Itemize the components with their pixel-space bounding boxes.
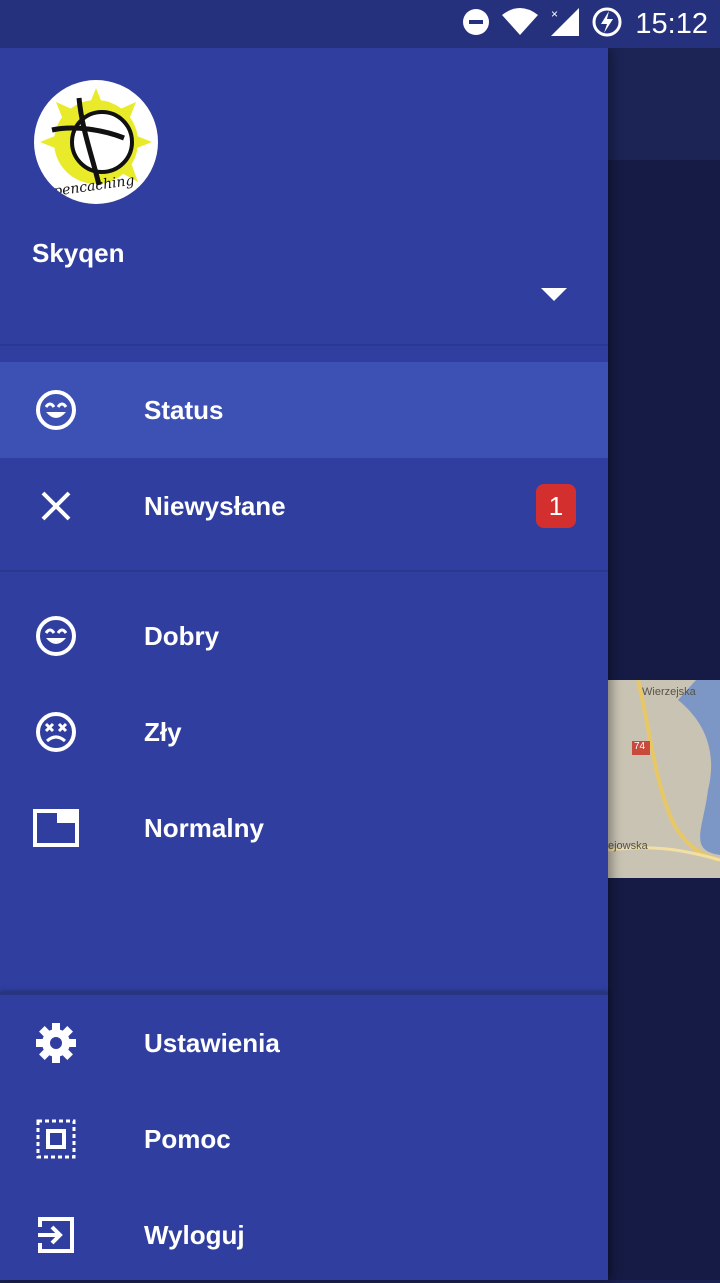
- unsent-count-badge: 1: [536, 484, 576, 528]
- menu-item-label: Dobry: [144, 620, 220, 651]
- navigation-drawer: Opencaching Skyqen Status Niewysłane 1 D…: [0, 48, 608, 1280]
- menu-item-label: Ustawienia: [144, 1027, 280, 1058]
- menu-item-logout[interactable]: Wyloguj: [0, 1187, 608, 1283]
- menu-item-good[interactable]: Dobry: [0, 588, 608, 684]
- close-icon: [32, 482, 80, 530]
- account-username: Skyqen: [32, 238, 125, 268]
- road-number-label: 74: [634, 741, 646, 752]
- drawer-section-main: Status Niewysłane 1: [0, 346, 608, 572]
- menu-item-label: Status: [144, 394, 224, 425]
- battery-charging-icon: [591, 6, 623, 43]
- street-label-bottom: ejowska: [608, 840, 648, 852]
- menu-item-bad[interactable]: Zły: [0, 684, 608, 780]
- menu-item-label: Pomoc: [144, 1123, 231, 1154]
- triangle-down-icon: [541, 288, 567, 301]
- menu-item-label: Normalny: [144, 812, 264, 843]
- drawer-header: Opencaching Skyqen: [0, 48, 608, 346]
- happy-face-icon: [32, 612, 80, 660]
- menu-item-label: Niewysłane: [144, 490, 286, 521]
- map-preview[interactable]: Wierzejska 74 ejowska: [608, 680, 720, 878]
- menu-item-status[interactable]: Status: [0, 362, 608, 458]
- account-dropdown-button[interactable]: [538, 284, 570, 306]
- menu-item-label: Zły: [144, 716, 182, 747]
- gear-icon: [32, 1019, 80, 1067]
- menu-item-normal[interactable]: Normalny: [0, 780, 608, 876]
- svg-text:×: ×: [551, 7, 558, 21]
- cell-signal-icon: ×: [549, 6, 581, 43]
- menu-item-help[interactable]: Pomoc: [0, 1091, 608, 1187]
- account-avatar[interactable]: Opencaching: [34, 80, 158, 204]
- menu-item-label: Wyloguj: [144, 1219, 245, 1250]
- wifi-icon: [501, 7, 539, 42]
- window-icon: [32, 804, 80, 852]
- do-not-disturb-icon: [461, 7, 491, 42]
- menu-item-unsent[interactable]: Niewysłane 1: [0, 458, 608, 554]
- drawer-section-account: Ustawienia Pomoc Wyloguj: [0, 992, 608, 1283]
- opencaching-logo-icon: Opencaching: [40, 88, 152, 201]
- menu-item-settings[interactable]: Ustawienia: [0, 995, 608, 1091]
- happy-face-icon: [32, 386, 80, 434]
- street-label-top: Wierzejska: [642, 686, 696, 698]
- status-bar: × 15:12: [0, 0, 720, 48]
- select-all-icon: [32, 1115, 80, 1163]
- logout-icon: [32, 1211, 80, 1259]
- drawer-section-mood: Dobry Zły Normalny: [0, 572, 608, 876]
- dead-face-icon: [32, 708, 80, 756]
- clock-time: 15:12: [635, 7, 708, 40]
